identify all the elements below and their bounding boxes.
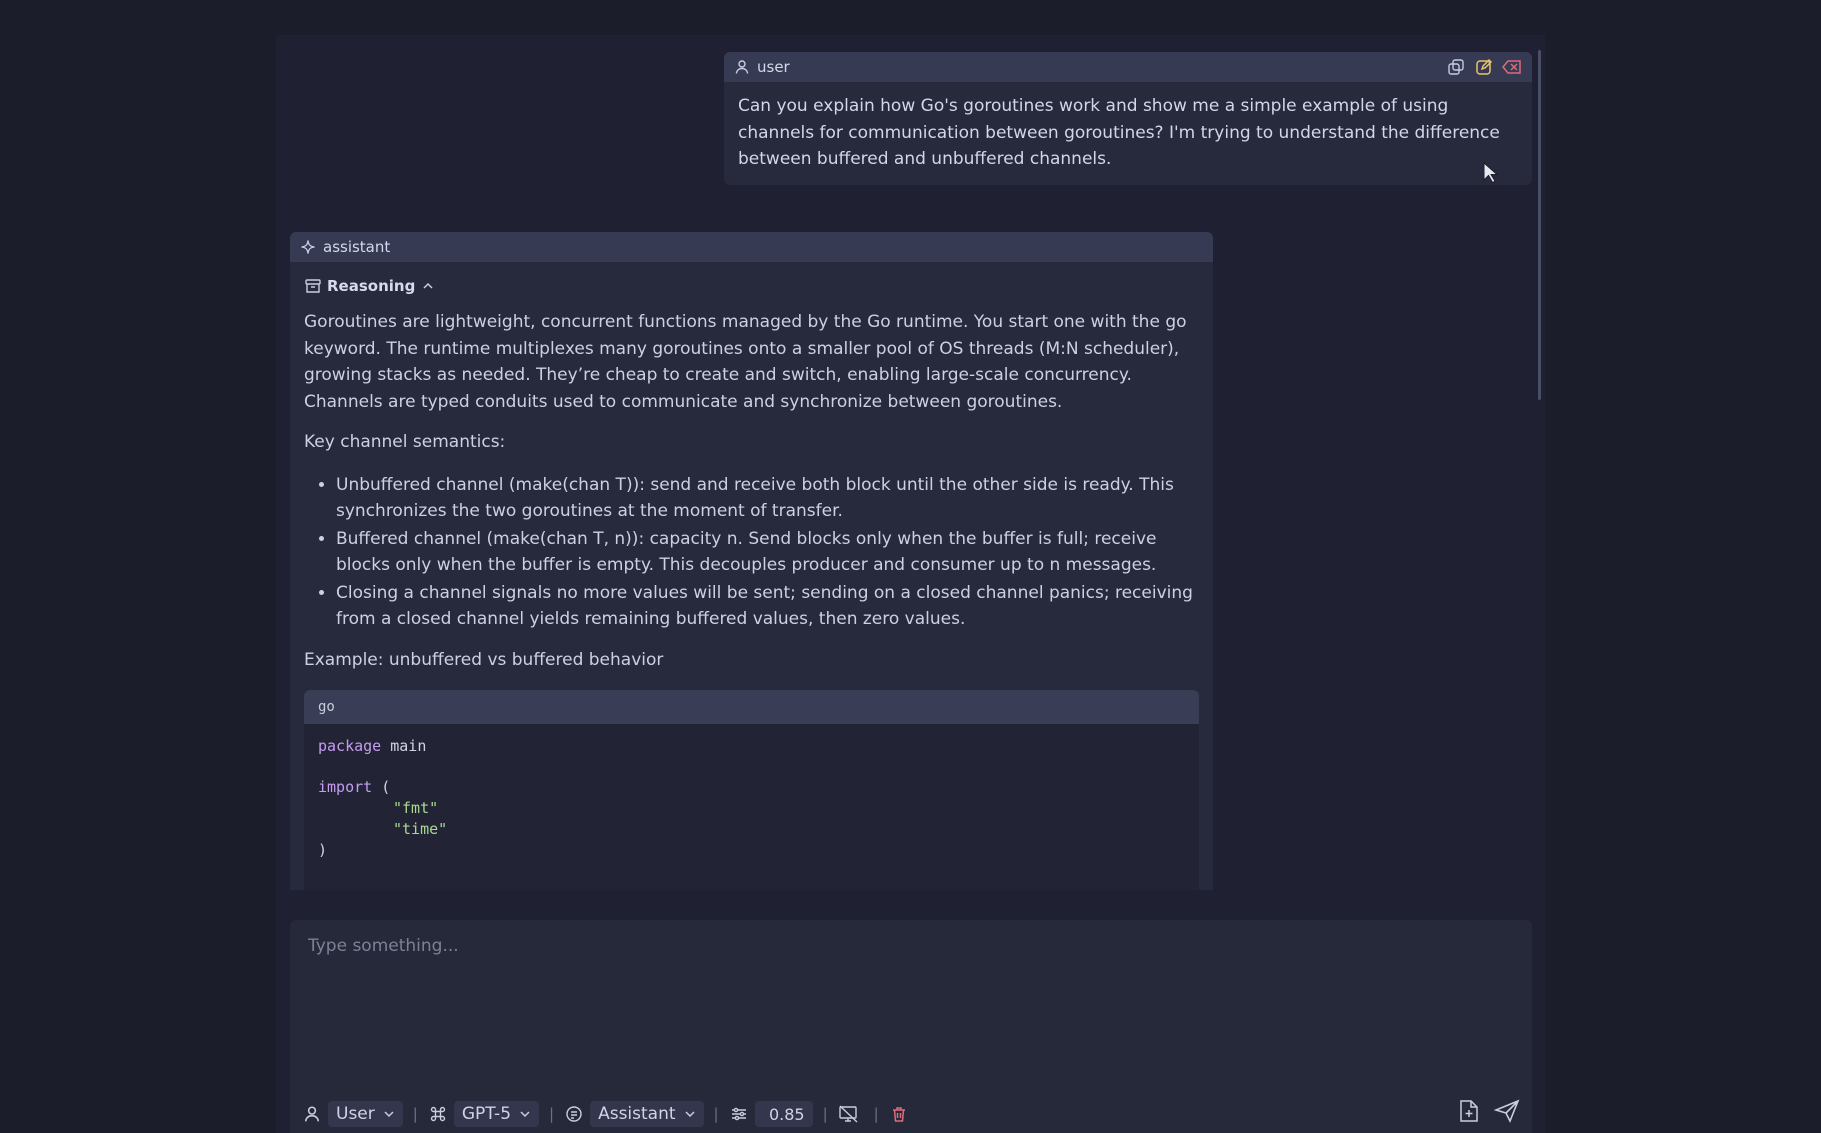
- trash-icon[interactable]: [889, 1104, 909, 1124]
- code-keyword: import: [318, 778, 373, 796]
- code-content: package main import ( "fmt" "time" ): [304, 724, 1199, 873]
- list-item: Buffered channel (make(chan T, n)): capa…: [336, 526, 1199, 579]
- chat-scrollbar[interactable]: [1538, 50, 1541, 400]
- prompt-select-value: Assistant: [598, 1104, 676, 1124]
- chevron-down-icon: [685, 1111, 695, 1118]
- role-select-value: User: [336, 1104, 375, 1124]
- sparkle-icon: [300, 239, 316, 255]
- model-select-value: GPT-5: [461, 1104, 512, 1124]
- code-identifier: main: [390, 737, 427, 755]
- edit-icon[interactable]: [1474, 57, 1494, 77]
- role-select[interactable]: User: [328, 1101, 403, 1127]
- model-select[interactable]: GPT-5: [453, 1101, 540, 1127]
- composer-actions: [1456, 1098, 1520, 1124]
- user-icon: [734, 59, 750, 75]
- user-icon: [302, 1104, 322, 1124]
- temperature-input[interactable]: 0.85: [754, 1101, 813, 1127]
- code-block: go package main import ( "fmt" "time" ): [304, 690, 1199, 890]
- code-punct: (: [381, 778, 391, 796]
- prompt-icon: [564, 1104, 584, 1124]
- code-keyword: package: [318, 737, 382, 755]
- attach-file-icon[interactable]: [1456, 1098, 1482, 1124]
- code-punct: ): [318, 841, 328, 859]
- chevron-down-icon: [384, 1111, 394, 1118]
- assistant-role-label: assistant: [323, 238, 391, 256]
- divider: |: [713, 1105, 719, 1123]
- user-role-label: user: [757, 58, 790, 76]
- delete-icon[interactable]: [1502, 57, 1522, 77]
- code-string: "fmt": [393, 799, 439, 817]
- user-message-text: Can you explain how Go's goroutines work…: [738, 96, 1500, 169]
- divider: |: [873, 1105, 879, 1123]
- chevron-up-icon: [421, 279, 435, 293]
- list-item: Closing a channel signals no more values…: [336, 580, 1199, 633]
- command-icon: [428, 1104, 448, 1124]
- screen-off-icon[interactable]: [838, 1104, 858, 1124]
- reasoning-label: Reasoning: [327, 277, 416, 295]
- example-heading: Example: unbuffered vs buffered behavior: [304, 649, 664, 670]
- code-string: "time": [393, 820, 448, 838]
- reasoning-intro: Goroutines are lightweight, concurrent f…: [304, 312, 1187, 412]
- divider: |: [549, 1105, 555, 1123]
- copy-icon[interactable]: [1446, 57, 1466, 77]
- assistant-message-header: assistant: [290, 232, 1213, 262]
- divider: |: [412, 1105, 418, 1123]
- sliders-icon: [729, 1104, 749, 1124]
- reasoning-toggle[interactable]: Reasoning: [304, 277, 1199, 295]
- assistant-message: assistant Reasoning Goroutines are light…: [290, 232, 1213, 890]
- user-message: user Can you explain how Go's goroutines…: [724, 52, 1532, 185]
- prompt-select[interactable]: Assistant: [590, 1101, 704, 1127]
- message-input[interactable]: [308, 936, 1508, 956]
- mouse-cursor-icon: [1483, 162, 1499, 184]
- divider: |: [822, 1105, 828, 1123]
- composer: User | GPT-5 | Assistant | 0.85 | |: [290, 920, 1532, 1133]
- code-language: go: [304, 690, 1199, 724]
- chevron-down-icon: [520, 1111, 530, 1118]
- list-item: Unbuffered channel (make(chan T)): send …: [336, 472, 1199, 525]
- key-semantics-heading: Key channel semantics:: [304, 432, 506, 452]
- composer-toolbar: User | GPT-5 | Assistant | 0.85 | |: [302, 1100, 915, 1128]
- archive-icon: [304, 277, 322, 295]
- semantics-list: Unbuffered channel (make(chan T)): send …: [304, 472, 1199, 633]
- send-icon[interactable]: [1494, 1098, 1520, 1124]
- user-message-header: user: [724, 52, 1532, 82]
